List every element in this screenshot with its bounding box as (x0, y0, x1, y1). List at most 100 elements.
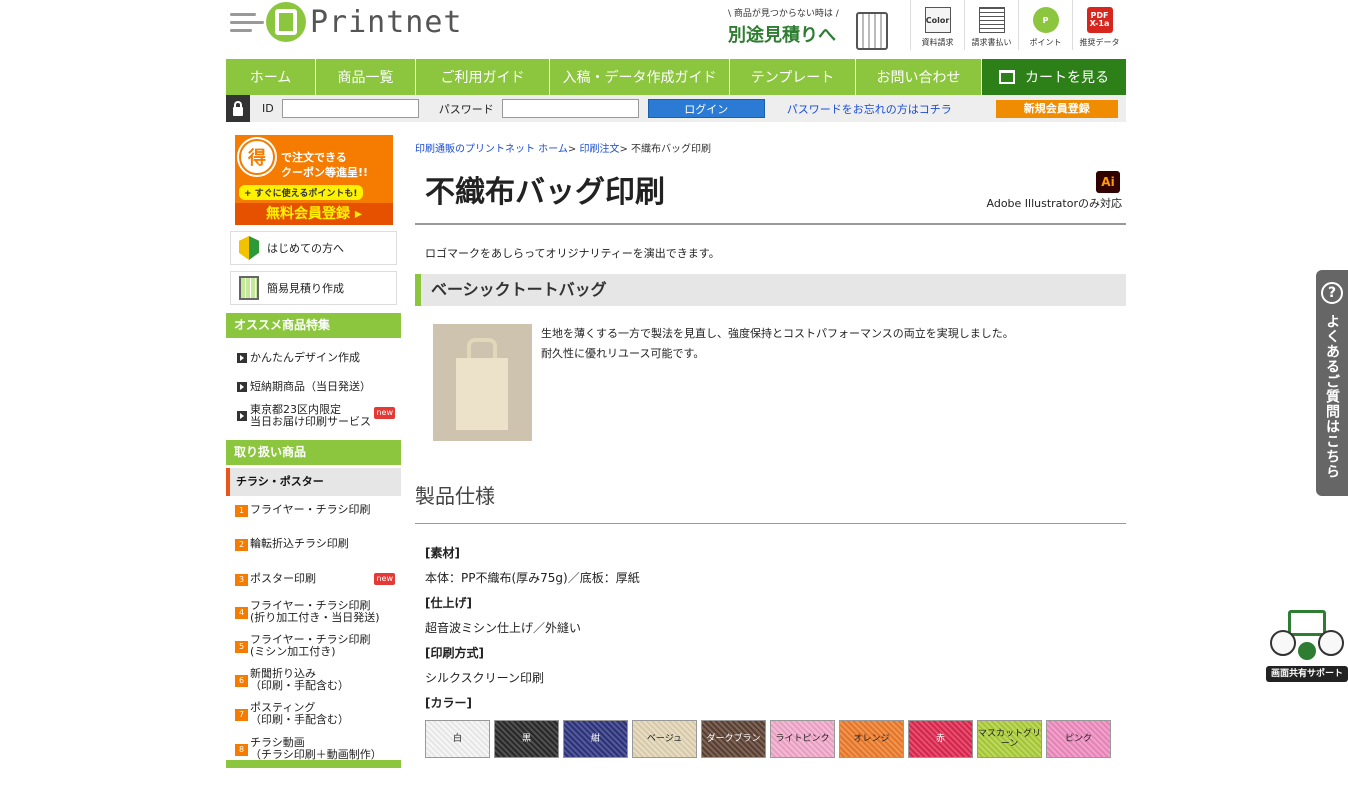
color-swatch[interactable]: 黒 (494, 720, 559, 758)
product-item-flyer-folding[interactable]: 4 フライヤー・チラシ印刷 (折り加工付き・当日発送) (226, 600, 401, 624)
register-button[interactable]: 新規会員登録 (995, 99, 1118, 118)
login-button[interactable]: ログイン (647, 99, 765, 118)
banner-line4: 無料会員登録 ▸ (235, 203, 393, 225)
recommend-item-label: かんたんデザイン作成 (250, 351, 360, 364)
banner-line3: + すぐに使えるポイントも! (239, 185, 363, 200)
product-item-poster[interactable]: 3 ポスター印刷 new (226, 572, 401, 586)
brochure-icon: Color (924, 7, 951, 33)
product-item-flyer-perforation[interactable]: 5 フライヤー・チラシ印刷 (ミシン加工付き) (226, 634, 401, 658)
spec-heading: 製品仕様 (415, 480, 1126, 524)
pdf-icon: PDF X-1a (1086, 7, 1113, 33)
id-input[interactable] (281, 99, 419, 118)
recommend-item-label: 短納期商品（当日発送） (250, 380, 371, 393)
color-swatch[interactable]: 白 (425, 720, 490, 758)
printnet-logo[interactable]: Printnet (230, 0, 463, 44)
monitor-icon (1288, 610, 1326, 636)
category-flyer-poster[interactable]: チラシ・ポスター (226, 468, 401, 496)
color-swatch[interactable]: オレンジ (839, 720, 904, 758)
color-swatch[interactable]: ライトピンク (770, 720, 835, 758)
id-label: ID (262, 102, 274, 115)
color-swatch[interactable]: 赤 (908, 720, 973, 758)
title-row: 不織布バッグ印刷 Ai Adobe Illustratorのみ対応 (415, 165, 1126, 225)
section-heading: ベーシックトートバッグ (415, 274, 1126, 306)
sidebar: 得 で注文できる クーポン等進呈!! + すぐに使えるポイントも! 無料会員登録… (226, 130, 401, 796)
recommend-item-short-delivery[interactable]: 短納期商品（当日発送） (226, 381, 401, 393)
nav-template[interactable]: テンプレート (730, 59, 856, 95)
product-item-flyer[interactable]: 1 フライヤー・チラシ印刷 (226, 503, 401, 517)
logo-speed-lines (230, 12, 264, 32)
product-item-label: 輪転折込チラシ印刷 (250, 537, 349, 550)
faq-label: よくあるご質問はこちら (1324, 314, 1340, 479)
illustrator-icon: Ai (1096, 171, 1120, 193)
arrow-icon (237, 411, 247, 421)
product-item-label: ポスター印刷 (250, 572, 316, 585)
product-item-flyer-video[interactable]: 8 チラシ動画 （チラシ印刷＋動画制作） (226, 737, 401, 761)
products-heading: 取り扱い商品 (226, 440, 401, 465)
beginner-link[interactable]: はじめての方へ (230, 231, 397, 265)
nav-cart-button[interactable]: カートを見る (982, 59, 1126, 95)
number-badge: 7 (235, 709, 248, 721)
product-description: 生地を薄くする一方で製法を見直し、強度保持とコストパフォーマンスの両立を実現しま… (541, 324, 1014, 364)
product-description-line1: 生地を薄くする一方で製法を見直し、強度保持とコストパフォーマンスの両立を実現しま… (541, 327, 1014, 340)
new-badge: new (374, 407, 395, 419)
member-register-banner[interactable]: 得 で注文できる クーポン等進呈!! + すぐに使えるポイントも! 無料会員登録… (235, 135, 393, 225)
cart-label: カートを見る (1025, 70, 1109, 86)
product-description-line2: 耐久性に優れリユース可能です。 (541, 347, 705, 360)
password-input[interactable] (501, 99, 639, 118)
product-item-label: フライヤー・チラシ印刷 (250, 503, 371, 516)
brochure-request-link[interactable]: Color 資料請求 (910, 0, 964, 50)
recommend-item-easy-design[interactable]: かんたんデザイン作成 (226, 352, 401, 364)
estimate-banner[interactable]: \ 商品が見つからない時は / 別途見積りへ (728, 6, 888, 50)
color-swatch[interactable]: ベージュ (632, 720, 697, 758)
number-badge: 8 (235, 744, 248, 756)
recommend-heading: オススメ商品特集 (226, 313, 401, 338)
coin-icon: 得 (239, 139, 275, 175)
product-item-posting[interactable]: 7 ポスティング （印刷・手配含む） (226, 702, 401, 726)
breadcrumb-order[interactable]: 印刷注文 (579, 144, 619, 155)
quick-estimate-link[interactable]: 簡易見積り作成 (230, 271, 397, 305)
lock-icon (226, 95, 250, 122)
product-list: 1 フライヤー・チラシ印刷 2 輪転折込チラシ印刷 3 ポスター印刷 new 4… (226, 496, 401, 796)
banner-line2: クーポン等進呈!! (281, 166, 369, 179)
point-icon: P (1032, 7, 1059, 33)
recommend-item-tokyo-sameday[interactable]: 東京都23区内限定 当日お届け印刷サービス new (226, 404, 401, 428)
forgot-password-link[interactable]: パスワードをお忘れの方はコチラ (787, 101, 952, 117)
breadcrumb-home[interactable]: 印刷通販のプリントネット ホーム (415, 144, 568, 155)
breadcrumb: 印刷通販のプリントネット ホーム> 印刷注文> 不織布バッグ印刷 (415, 140, 1126, 155)
nav-contact[interactable]: お問い合わせ (856, 59, 982, 95)
invoice-label: 請求書払い (971, 38, 1012, 47)
color-swatch[interactable]: マスカットグリーン (977, 720, 1042, 758)
spec-print-method-value: シルクスクリーン印刷 (425, 671, 545, 685)
spec-print-method-label: [印刷方式] (425, 646, 484, 660)
point-label: ポイント (1029, 38, 1062, 47)
product-item-newspaper-insert[interactable]: 6 新聞折り込み （印刷・手配含む） (226, 668, 401, 692)
breadcrumb-current: 不織布バッグ印刷 (631, 144, 712, 155)
operator-icon (1270, 630, 1296, 656)
color-swatch[interactable]: ダークブラン (701, 720, 766, 758)
color-swatch[interactable]: ピンク (1046, 720, 1111, 758)
screen-share-label: 画面共有サポート (1266, 666, 1348, 682)
screen-share-support[interactable]: 画面共有サポート (1266, 608, 1348, 684)
spec-finish-label: [仕上げ] (425, 596, 472, 610)
breadcrumb-separator: > (619, 144, 632, 155)
nav-home[interactable]: ホーム (226, 59, 316, 95)
faq-tab[interactable]: ? よくあるご質問はこちら (1316, 270, 1348, 496)
password-label: パスワード (438, 102, 494, 116)
recommend-list: かんたんデザイン作成 短納期商品（当日発送） 東京都23区内限定 当日お届け印刷… (226, 338, 401, 440)
nav-guide[interactable]: ご利用ガイド (416, 59, 550, 95)
spec-finish-value: 超音波ミシン仕上げ／外縫い (425, 621, 582, 635)
invoice-payment-link[interactable]: 請求書払い (964, 0, 1018, 50)
number-badge: 2 (235, 539, 248, 551)
new-badge: new (374, 573, 395, 585)
recommended-data-label: 推奨データ (1079, 38, 1120, 47)
calculator-icon (856, 12, 888, 50)
spec-material-value: 本体：PP不織布(厚み75g)／底板：厚紙 (425, 571, 640, 585)
product-item-rotary-flyer[interactable]: 2 輪転折込チラシ印刷 (226, 537, 401, 551)
color-swatch[interactable]: 紺 (563, 720, 628, 758)
nav-data-guide[interactable]: 入稿・データ作成ガイド (550, 59, 730, 95)
recommended-data-link[interactable]: PDF X-1a 推奨データ (1072, 0, 1126, 50)
color-swatches: 白黒紺ベージュ ダークブラン ライトピンク オレンジ赤マスカットグリーン ピンク (415, 720, 1115, 758)
point-link[interactable]: P ポイント (1018, 0, 1072, 50)
nav-products[interactable]: 商品一覧 (316, 59, 416, 95)
brochure-label: 資料請求 (921, 38, 954, 47)
